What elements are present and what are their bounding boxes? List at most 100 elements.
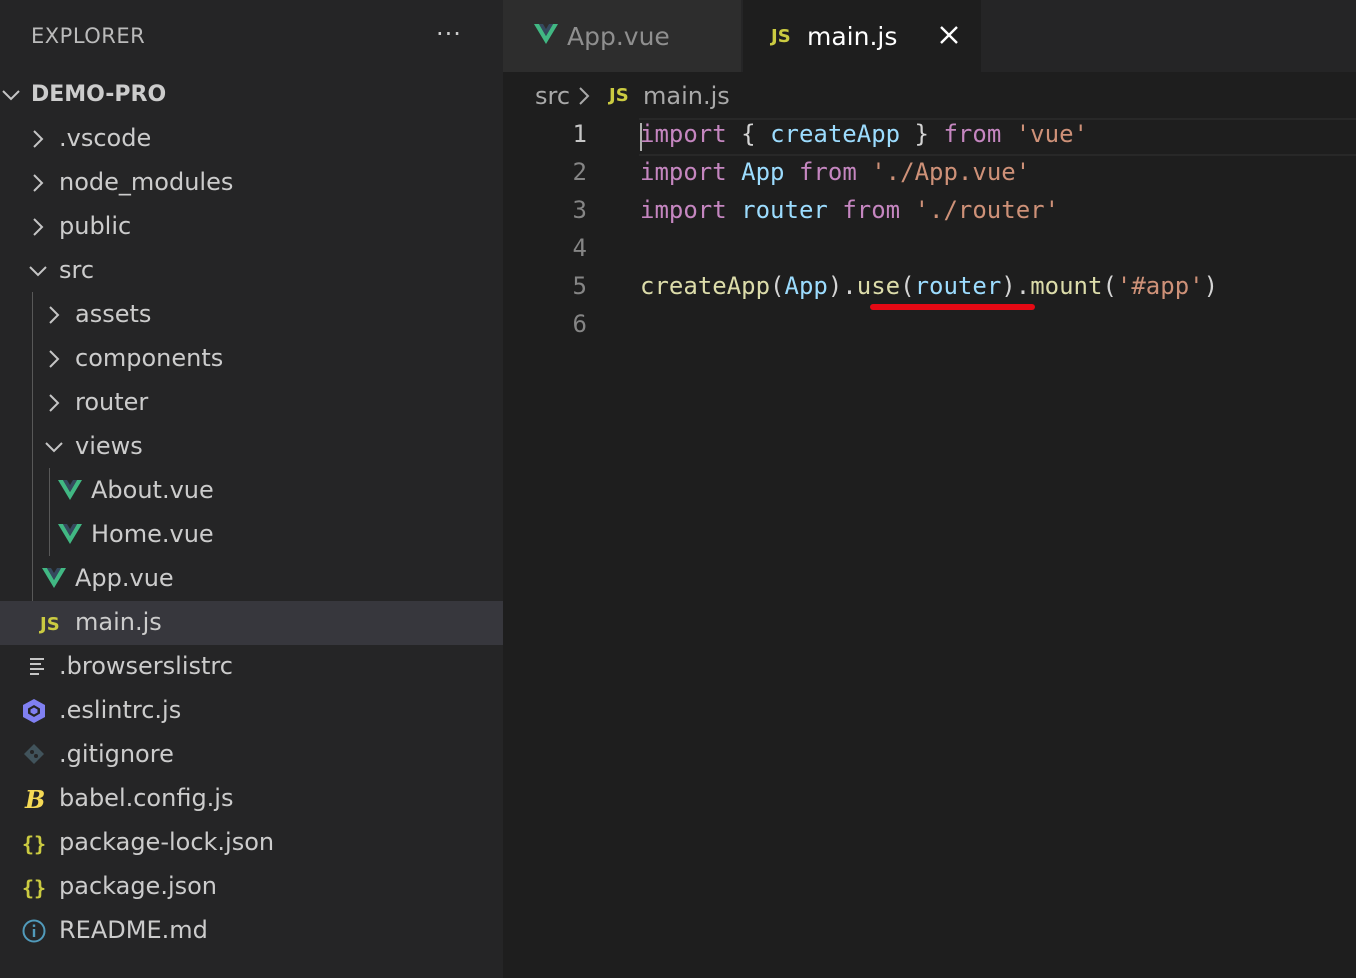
tree-root-label: DEMO-PRO [31,82,167,107]
tree-root-demo-pro[interactable]: DEMO-PRO [0,73,503,117]
code-token: ). [1001,272,1031,300]
tree-item-label: router [75,388,149,416]
tree-item-label: components [75,344,224,372]
tree-item-label: .eslintrc.js [59,696,182,724]
tree-item-browserslistrc[interactable]: .browserslistrc [0,645,503,689]
tree-item-gitignore[interactable]: .gitignore [0,733,503,777]
close-icon[interactable] [937,23,961,47]
code-line: import router from './router' [640,196,1059,224]
code-token: use [856,272,901,300]
js-icon: JS [609,85,629,106]
explorer-header: EXPLORER ··· [0,0,503,74]
code-token: router [741,196,828,224]
code-token: { [726,120,771,148]
more-actions-icon[interactable]: ··· [436,20,462,48]
line-number: 1 [572,120,587,148]
eslint-icon [21,698,49,726]
tree-item-label: views [75,432,143,460]
code-line: import { createApp } from 'vue' [640,120,1088,148]
code-token: ( [770,272,785,300]
editor-tab-bar: App.vue JS main.js [503,0,1356,72]
chevron-right-icon [27,128,49,150]
tree-item-components[interactable]: components [0,337,503,381]
text-lines-icon [27,654,55,682]
code-token: import [640,158,727,186]
tab-app-vue[interactable]: App.vue [503,0,741,72]
tree-item-views[interactable]: views [0,425,503,469]
tree-item-label: README.md [59,916,208,944]
tree-item-label: main.js [75,608,162,636]
svg-text:{}: {} [22,832,46,856]
chevron-right-icon [43,348,65,370]
tree-item-label: package.json [59,872,218,900]
tree-item-public[interactable]: public [0,205,503,249]
tab-label: main.js [807,22,898,51]
tree-item-label: assets [75,300,152,328]
code-token: from [943,120,1002,148]
breadcrumb-file[interactable]: main.js [643,82,730,110]
chevron-right-icon [43,392,65,414]
vue-icon [57,478,85,506]
code-token: ( [900,272,915,300]
vue-icon [41,566,69,594]
tree-item-label: public [59,212,132,240]
tree-item-readme[interactable]: README.md [0,909,503,953]
tree-item-label: package-lock.json [59,828,275,856]
code-token: mount [1030,272,1103,300]
tree-item-label: App.vue [75,564,174,592]
code-token: import [640,120,727,148]
tree-item-main-js[interactable]: JS main.js [0,601,503,645]
text-cursor [640,123,642,151]
js-icon: JS [771,26,791,47]
chevron-right-icon [27,216,49,238]
chevron-right-icon [575,86,593,106]
tree-item-assets[interactable]: assets [0,293,503,337]
explorer-sidebar: EXPLORER ··· DEMO-PRO .vscode node_modul… [0,0,503,978]
line-number: 2 [572,158,587,186]
tree-item-label: .vscode [59,124,152,152]
code-token: from [798,158,857,186]
tree-item-vscode[interactable]: .vscode [0,117,503,161]
tree-item-router[interactable]: router [0,381,503,425]
code-token: import [640,196,727,224]
tree-item-label: Home.vue [91,520,214,548]
breadcrumb-folder[interactable]: src [535,82,570,110]
chevron-down-icon [0,84,22,106]
code-token: './router' [914,196,1060,224]
tree-item-label: .browserslistrc [59,652,233,680]
vue-icon [533,22,561,50]
tree-item-app-vue[interactable]: App.vue [0,557,503,601]
code-token: router [914,272,1002,300]
code-editor[interactable]: 1 2 3 4 5 6 import { createApp } from 'v… [503,118,1356,978]
json-braces-icon: {} [21,830,49,858]
svg-text:B: B [24,786,45,814]
tree-item-package-lock[interactable]: {} package-lock.json [0,821,503,865]
line-number: 4 [572,234,587,262]
tree-item-babel-config[interactable]: B babel.config.js [0,777,503,821]
code-token: '#app' [1116,272,1204,300]
tree-item-eslintrc[interactable]: .eslintrc.js [0,689,503,733]
tree-item-about-vue[interactable]: About.vue [0,469,503,513]
code-token: createApp [770,120,901,148]
tree-item-src[interactable]: src [0,249,503,293]
tree-item-node-modules[interactable]: node_modules [0,161,503,205]
vue-icon [57,522,85,550]
tree-item-package-json[interactable]: {} package.json [0,865,503,909]
babel-icon: B [22,786,50,814]
chevron-right-icon [43,304,65,326]
json-braces-icon: {} [21,874,49,902]
tab-label: App.vue [567,22,670,51]
breadcrumb: src JS main.js [503,72,1356,118]
js-icon: JS [40,614,60,635]
code-line: createApp(App).use(router).mount('#app') [640,272,1218,300]
red-underline-annotation [870,304,1035,310]
tree-item-home-vue[interactable]: Home.vue [0,513,503,557]
code-token: ). [827,272,857,300]
code-line: import App from './App.vue' [640,158,1030,186]
